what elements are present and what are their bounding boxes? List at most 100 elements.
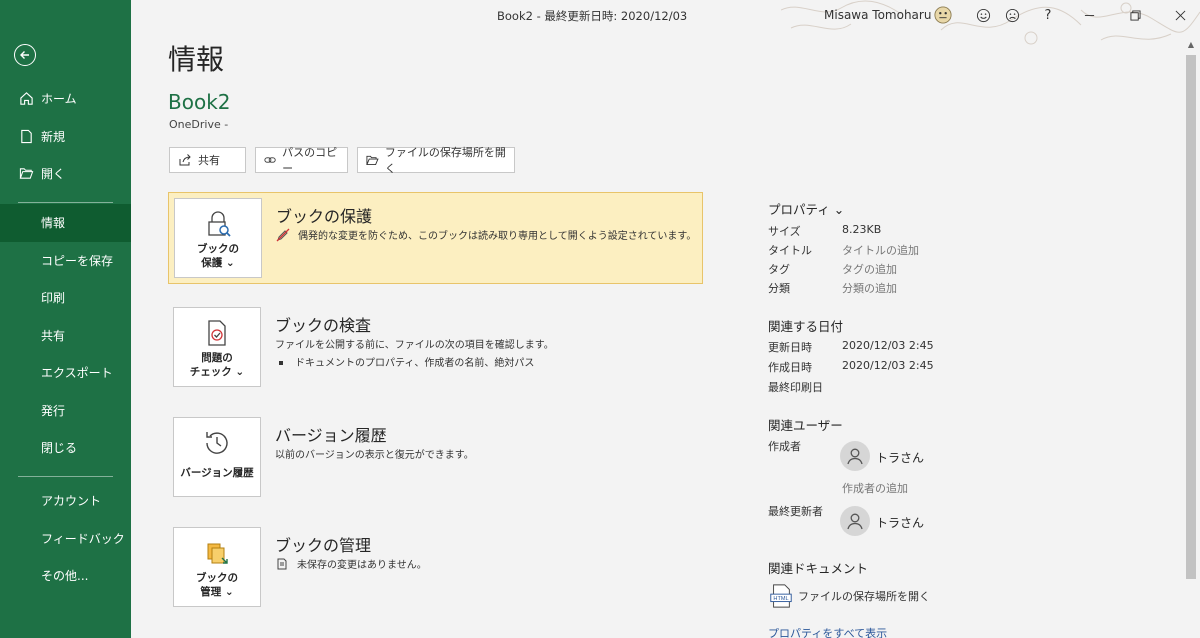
sidebar-item-home[interactable]: ホーム — [0, 80, 131, 118]
link-icon — [264, 157, 276, 163]
close-window-icon[interactable] — [1171, 6, 1189, 24]
sidebar-item-export[interactable]: エクスポート — [0, 354, 131, 392]
section-description: 以前のバージョンの表示と復元ができます。 — [275, 450, 474, 461]
author-name[interactable]: トラさん — [876, 449, 924, 466]
add-author-link[interactable]: 作成者の追加 — [842, 480, 908, 496]
inspect-workbook-section: 問題の チェック ⌄ ブックの検査 ファイルを公開する前に、ファイルの次の項目を確… — [168, 302, 703, 394]
document-check-icon — [208, 320, 226, 346]
svg-text:HTML: HTML — [773, 596, 788, 602]
section-description: 未保存の変更はありません。 — [275, 556, 427, 571]
prop-value-category[interactable]: 分類の追加 — [842, 280, 897, 296]
document-status-icon — [277, 558, 287, 569]
prop-key-category: 分類 — [768, 282, 790, 295]
open-location-link[interactable]: HTML ファイルの保存場所を開く — [768, 583, 930, 609]
new-file-icon — [18, 128, 34, 144]
title-bar: Book2 - 最終更新日時: 2020/12/03 Misawa Tomoha… — [131, 0, 1200, 45]
sidebar-item-more[interactable]: その他... — [0, 557, 131, 595]
vertical-scrollbar[interactable]: ▲ — [1182, 38, 1200, 638]
back-arrow-icon[interactable] — [14, 44, 36, 66]
scroll-up-icon[interactable]: ▲ — [1186, 40, 1196, 50]
folder-icon — [366, 155, 379, 166]
section-description: 偶発的な変更を防ぐため、このブックは読み取り専用として開くよう設定されています。 — [276, 227, 696, 242]
section-description: ファイルを公開する前に、ファイルの次の項目を確認します。 — [275, 340, 554, 351]
page-title: 情報 — [168, 43, 225, 76]
protect-workbook-section: ブックの 保護 ⌄ ブックの保護 偶発的な変更を防ぐため、このブックは読み取り専用… — [168, 192, 703, 284]
sidebar-item-feedback[interactable]: フィードバック — [0, 520, 131, 558]
button-label: バージョン履歴 — [180, 467, 254, 479]
version-history-section: バージョン履歴 バージョン履歴 以前のバージョンの表示と復元ができます。 — [168, 412, 703, 504]
section-title: ブックの管理 — [275, 536, 372, 555]
smile-feedback-icon[interactable] — [974, 6, 992, 24]
related-dates-heading: 関連する日付 — [768, 319, 844, 334]
user-avatar-icon[interactable] — [934, 6, 952, 24]
show-all-properties-link[interactable]: プロパティをすべて表示 — [768, 625, 887, 638]
open-file-location-button[interactable]: ファイルの保存場所を開く — [357, 146, 515, 175]
section-title: ブックの保護 — [276, 207, 373, 226]
manage-documents-icon — [207, 543, 228, 564]
sidebar-item-label: 新規 — [41, 129, 66, 144]
section-title: ブックの検査 — [275, 316, 372, 335]
book-location: OneDrive - — [169, 118, 229, 131]
sidebar-bottom-nav: アカウント フィードバック その他... — [0, 482, 131, 595]
copy-path-button[interactable]: パスのコピー — [255, 146, 348, 175]
last-modified-avatar-icon[interactable] — [840, 506, 870, 536]
inspect-bullet-item: ドキュメントのプロパティ、作成者の名前、絶対パス — [279, 354, 534, 369]
home-icon — [18, 91, 34, 107]
last-modified-name[interactable]: トラさん — [876, 514, 924, 531]
pencil-no-edit-icon — [276, 228, 290, 241]
share-button[interactable]: 共有 — [169, 147, 246, 173]
scroll-thumb[interactable] — [1186, 55, 1196, 579]
author-avatar-icon[interactable] — [840, 441, 870, 471]
prop-value-tags[interactable]: タグの追加 — [842, 261, 897, 277]
clock-history-icon — [206, 432, 228, 454]
manage-workbook-section: ブックの 管理 ⌄ ブックの管理 未保存の変更はありません。 — [168, 522, 703, 614]
related-documents-heading: 関連ドキュメント — [768, 561, 869, 576]
check-issues-button[interactable]: 問題の チェック ⌄ — [173, 307, 261, 387]
date-value-modified: 2020/12/03 2:45 — [842, 339, 934, 352]
lock-search-icon — [208, 211, 231, 237]
sidebar-sub-nav: 情報 コピーを保存 印刷 共有 エクスポート 発行 閉じる — [0, 204, 131, 486]
minimize-icon[interactable] — [1080, 6, 1098, 24]
sidebar-top-nav: ホーム 新規 開く — [0, 80, 131, 212]
prop-value-title[interactable]: タイトルの追加 — [842, 242, 919, 258]
share-icon — [179, 154, 191, 166]
sidebar-item-open[interactable]: 開く — [0, 155, 131, 193]
protect-workbook-button[interactable]: ブックの 保護 ⌄ — [174, 198, 262, 278]
prop-key-title: タイトル — [768, 244, 812, 257]
restore-window-icon[interactable] — [1126, 6, 1144, 24]
sidebar-item-new[interactable]: 新規 — [0, 118, 131, 156]
sidebar-divider — [18, 475, 113, 477]
backstage-sidebar: ホーム 新規 開く 情報 コピーを保存 印刷 共有 エクスポート 発行 閉じる … — [0, 0, 131, 638]
sidebar-item-info[interactable]: 情報 — [0, 204, 131, 242]
section-title: バージョン履歴 — [275, 426, 387, 445]
sidebar-item-share[interactable]: 共有 — [0, 317, 131, 355]
date-key-modified: 更新日時 — [768, 341, 812, 354]
last-modified-by-label: 最終更新者 — [768, 505, 823, 518]
button-label: ブックの 保護 ⌄ — [197, 243, 239, 269]
version-history-button[interactable]: バージョン履歴 — [173, 417, 261, 497]
document-title: Book2 - 最終更新日時: 2020/12/03 — [497, 9, 688, 23]
properties-heading[interactable]: プロパティ ⌄ — [768, 199, 844, 218]
sidebar-item-account[interactable]: アカウント — [0, 482, 131, 520]
open-folder-icon — [18, 166, 34, 182]
sidebar-item-label: ホーム — [41, 92, 77, 107]
sidebar-item-print[interactable]: 印刷 — [0, 279, 131, 317]
prop-key-tags: タグ — [768, 263, 790, 276]
prop-value-size: 8.23KB — [842, 223, 882, 236]
sidebar-divider — [18, 201, 113, 203]
date-key-last-printed: 最終印刷日 — [768, 381, 823, 394]
date-key-created: 作成日時 — [768, 361, 812, 374]
help-icon[interactable]: ? — [1039, 6, 1057, 24]
related-people-heading: 関連ユーザー — [768, 418, 843, 433]
sidebar-item-save-copy[interactable]: コピーを保存 — [0, 242, 131, 280]
html-file-icon: HTML — [770, 584, 792, 608]
sidebar-item-close[interactable]: 閉じる — [0, 429, 131, 467]
button-label: 問題の チェック ⌄ — [189, 352, 245, 378]
sidebar-item-publish[interactable]: 発行 — [0, 392, 131, 430]
button-label: ブックの 管理 ⌄ — [196, 572, 238, 598]
prop-key-size: サイズ — [768, 225, 801, 238]
frown-feedback-icon[interactable] — [1003, 6, 1021, 24]
user-name[interactable]: Misawa Tomoharu — [824, 8, 931, 22]
manage-workbook-button[interactable]: ブックの 管理 ⌄ — [173, 527, 261, 607]
author-label: 作成者 — [768, 440, 801, 453]
